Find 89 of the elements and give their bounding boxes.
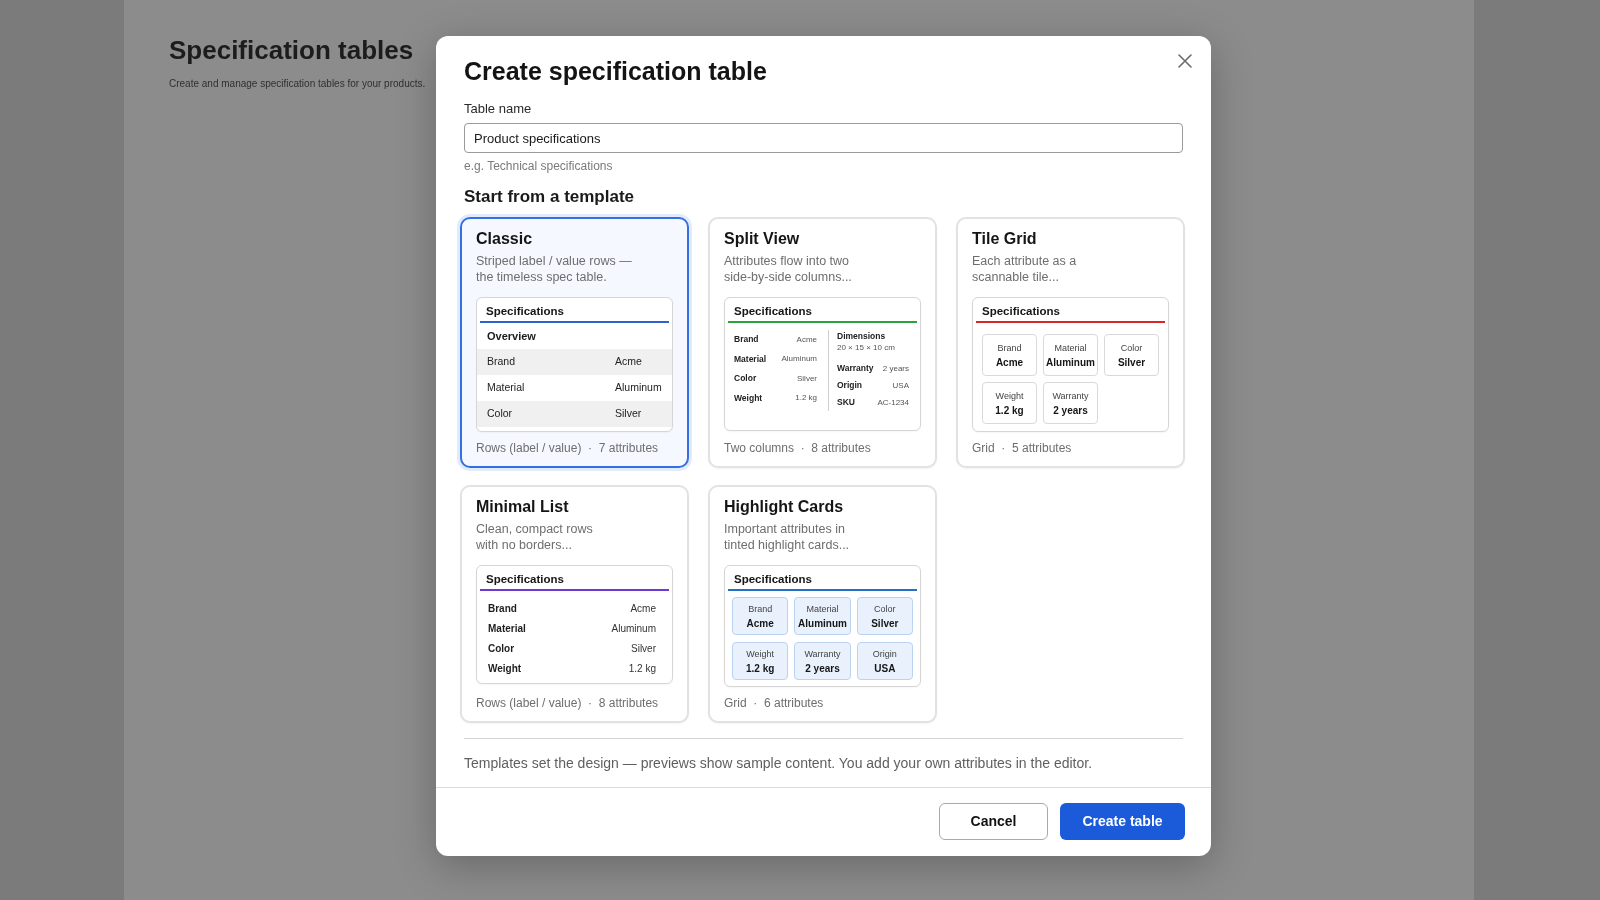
spec-value: Aluminum [798,616,847,630]
create-button[interactable]: Create table [1060,803,1185,840]
spec-value: Aluminum [781,353,817,366]
spec-value: Acme [995,355,1024,369]
spec-label: Brand [997,341,1022,354]
spec-label: Brand [748,602,773,615]
page-title: Specification tables [169,34,414,67]
helper-text: e.g. Technical specifications [464,159,613,173]
spec-label: Warranty [1052,389,1089,402]
spec-label: Color [734,372,757,386]
spec-label: Color [487,406,513,422]
spec-label: Weight [746,647,775,660]
template-description: Each attribute as a scannable tile... [972,253,1077,285]
spec-label: Brand [734,333,759,347]
spec-value: Silver [797,372,817,385]
spec-value: Aluminum [615,380,662,396]
spec-value: 2 years [882,362,909,375]
spec-value: 1.2 kg [746,661,775,675]
spec-value: Aluminum [1046,355,1095,369]
preview-heading: Specifications [486,304,564,318]
spec-value: Silver [871,616,899,630]
template-name: Tile Grid [972,229,1037,249]
spec-value: USA [892,379,909,392]
template-name: Highlight Cards [724,497,844,517]
section-label: Overview [487,328,536,344]
template-card[interactable]: Minimal List Clean, compact rows with no borders... Specifications Brand Acme Material Aluminum Color Silver Weight 1.2 kg Rows (label / value) · 8 attributes [460,485,689,723]
input-field[interactable]: Product specifications [464,123,1183,153]
helper-note: Templates set the design — previews show sample content. You add your own attributes in the editor. [464,754,1093,773]
preview-heading: Specifications [486,572,564,586]
spec-label: Color [488,641,515,656]
spec-label: Material [734,352,767,366]
spec-label: Weight [995,389,1024,402]
field-label: Table name [464,101,532,117]
preview-heading: Specifications [734,572,812,586]
spec-value: Silver [1117,355,1146,369]
template-summary: Two columns · 8 attributes [724,440,871,456]
template-description: Important attributes in tinted highlight cards... [724,521,850,553]
spec-label: Material [488,621,526,636]
spec-value: Acme [796,333,817,346]
template-card[interactable]: Tile Grid Each attribute as a scannable tile... Specifications Brand Acme Material Aluminum Color Silver Weight 1.2 kg Warranty 2 years Grid · 5 attributes [956,217,1185,468]
page-subtitle: Create and manage specification tables for your products. [169,77,426,91]
template-summary: Rows (label / value) · 7 attributes [476,440,659,456]
spec-label: Warranty [804,647,841,660]
spec-value: 1.2 kg [628,661,656,676]
template-card[interactable] [708,217,937,468]
spec-label: Origin [872,647,897,660]
template-name: Split View [724,229,800,249]
dialog-title: Create specification table [464,56,767,87]
spec-value: Acme [746,616,774,630]
template-name: Minimal List [476,497,569,517]
spec-value: Silver [615,406,642,422]
template-summary: Grid · 5 attributes [972,440,1072,456]
template-description: Clean, compact rows with no borders... [476,521,593,553]
spec-label: Dimensions [837,330,886,342]
spec-value: 2 years [805,661,840,675]
cancel-button[interactable]: Cancel [939,803,1048,840]
spec-label: Material [1054,341,1087,354]
template-description: Attributes flow into two side-by-side columns... [724,253,852,285]
spec-value: Silver [631,641,656,656]
spec-value: 1.2 kg [795,392,817,405]
template-card[interactable]: Highlight Cards Important attributes in tinted highlight cards... Specifications Brand Acme Material Aluminum Color Silver Weight 1.2 kg Warranty 2 years Origin USA Grid · 6 attributes [708,485,937,723]
section-heading: Start from a template [464,186,635,208]
spec-value: Acme [615,354,642,370]
template-description: Striped label / value rows — the timeless spec table. [476,253,632,285]
template-card[interactable]: Classic Striped label / value rows — the timeless spec table. Specifications Overview Brand Acme Material Aluminum Color Silver Rows (label / value) · 7 attributes [460,217,689,468]
spec-label: Weight [734,391,763,405]
spec-value: Aluminum [611,621,656,636]
template-name: Classic [476,229,533,249]
spec-label: Brand [487,354,516,370]
preview-heading: Specifications [734,304,812,318]
spec-label: Origin [837,379,863,392]
spec-value: AC-1234 [877,396,909,409]
spec-label: Material [806,602,839,615]
spec-label: Material [487,380,525,396]
spec-label: Brand [488,601,517,616]
spec-value: 2 years [1053,403,1088,417]
spec-label: Color [1120,341,1143,354]
spec-value: 20 × 15 × 10 cm [837,342,895,354]
spec-value: USA [874,661,896,675]
spec-label: SKU [837,396,855,409]
spec-label: Warranty [837,362,874,375]
spec-label: Color [874,602,896,615]
spec-value: 1.2 kg [995,403,1024,417]
template-summary: Rows (label / value) · 8 attributes [476,695,659,711]
close-icon [1178,54,1192,68]
spec-label: Weight [488,661,522,676]
template-summary: Grid · 6 attributes [724,695,824,711]
spec-value: Acme [630,601,656,616]
preview-heading: Specifications [982,304,1060,318]
